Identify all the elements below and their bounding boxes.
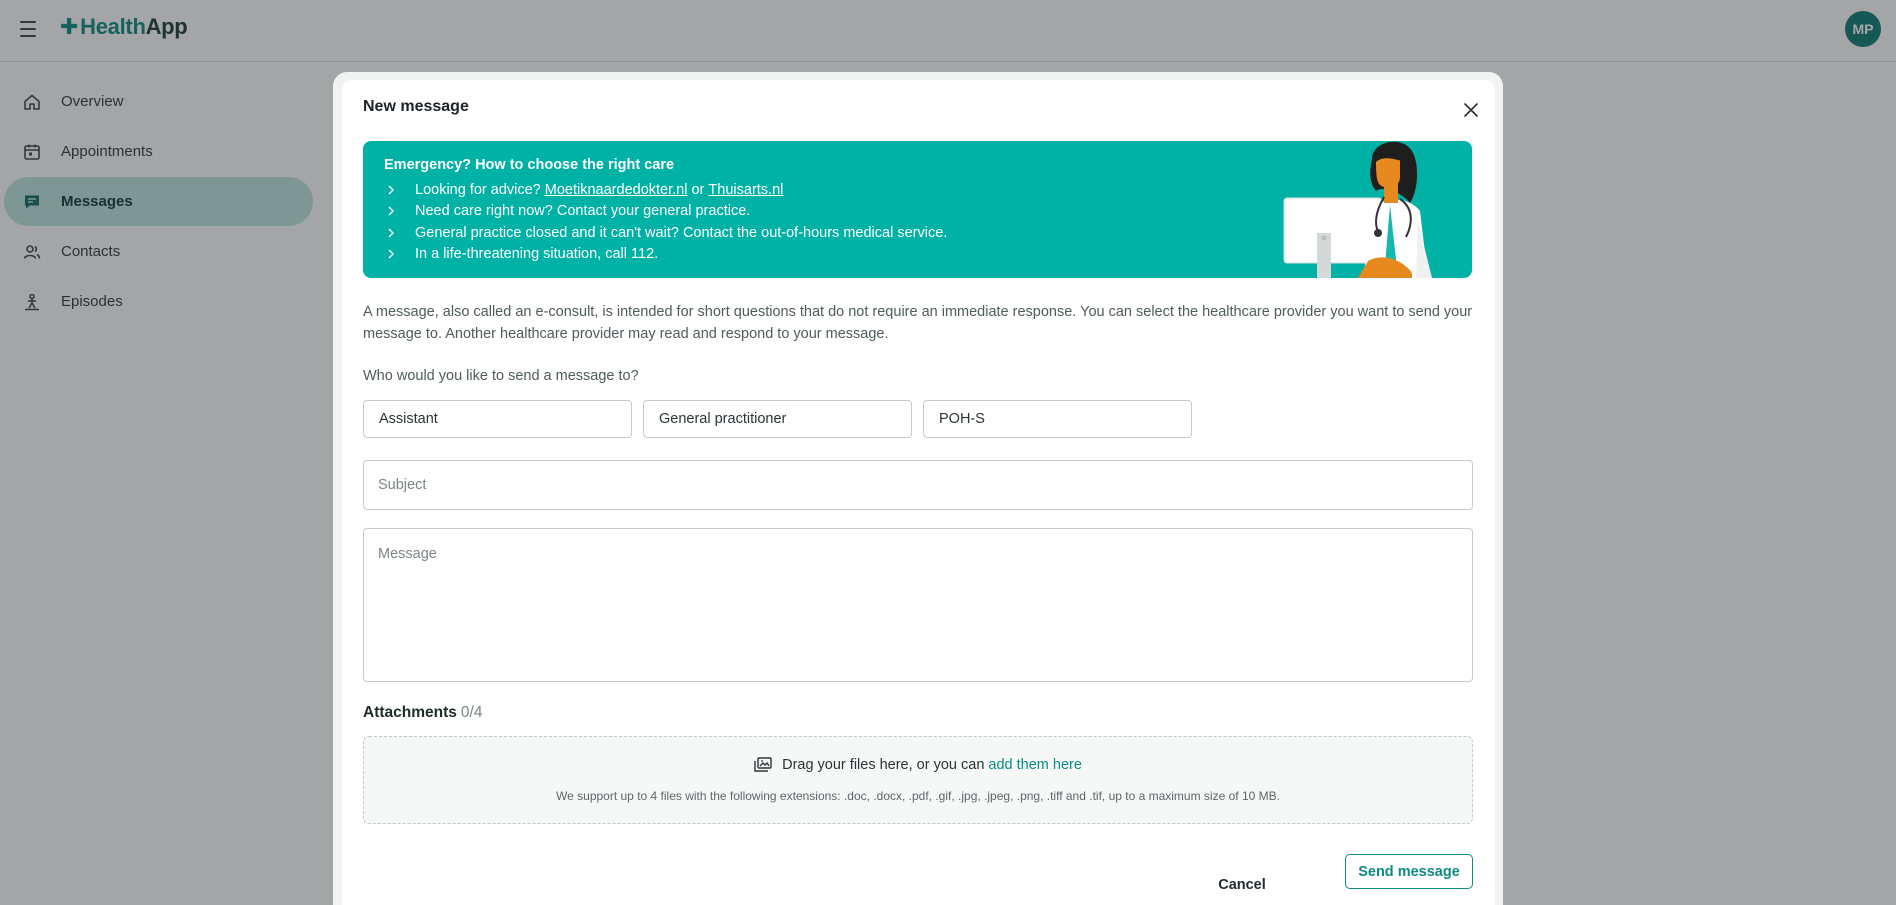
thuisarts-link[interactable]: Thuisarts.nl bbox=[708, 182, 783, 198]
drop-text: Drag your files here, or you can bbox=[782, 757, 985, 773]
attachments-heading: Attachments 0/4 bbox=[363, 704, 482, 722]
recipient-poh-s-button[interactable]: POH-S bbox=[923, 400, 1192, 438]
banner-item-text: Need care right now? Contact your genera… bbox=[415, 203, 751, 220]
recipient-gp-button[interactable]: General practitioner bbox=[643, 400, 912, 438]
banner-item-text: In a life-threatening situation, call 11… bbox=[415, 246, 659, 263]
close-icon bbox=[1464, 103, 1478, 117]
file-support-note: We support up to 4 files with the follow… bbox=[556, 789, 1280, 803]
close-button[interactable] bbox=[1459, 98, 1483, 122]
send-message-button[interactable]: Send message bbox=[1345, 854, 1473, 889]
advice-prefix: Looking for advice? bbox=[415, 181, 541, 198]
subject-input[interactable] bbox=[363, 460, 1473, 510]
intro-text: A message, also called an e-consult, is … bbox=[363, 304, 1473, 342]
new-message-dialog: New message Emergency? How to choose the… bbox=[342, 80, 1495, 905]
chevron-right-icon bbox=[384, 206, 415, 216]
advice-joiner: or bbox=[691, 181, 705, 198]
image-gallery-icon bbox=[754, 757, 772, 773]
message-textarea[interactable] bbox=[363, 528, 1473, 682]
add-files-link[interactable]: add them here bbox=[988, 757, 1082, 773]
recipient-assistant-button[interactable]: Assistant bbox=[363, 400, 632, 438]
file-dropzone[interactable]: Drag your files here, or you can add them… bbox=[363, 736, 1473, 824]
list-item: General practice closed and it can't wai… bbox=[384, 222, 947, 244]
moetiknaardedokter-link[interactable]: Moetiknaardedokter.nl bbox=[545, 182, 688, 198]
banner-item-text: General practice closed and it can't wai… bbox=[415, 224, 948, 241]
chevron-right-icon bbox=[384, 185, 415, 195]
doctor-illustration bbox=[1283, 141, 1432, 278]
dialog-title: New message bbox=[363, 98, 469, 115]
emergency-banner: Emergency? How to choose the right care … bbox=[363, 141, 1472, 278]
recipient-label: Who would you like to send a message to? bbox=[363, 368, 639, 384]
chevron-right-icon bbox=[384, 249, 415, 259]
list-item: Looking for advice? Moetiknaardedokter.n… bbox=[384, 179, 947, 201]
drop-line: Drag your files here, or you can add them… bbox=[364, 757, 1472, 773]
list-item: In a life-threatening situation, call 11… bbox=[384, 244, 947, 266]
cancel-button[interactable]: Cancel bbox=[1212, 869, 1272, 901]
list-item: Need care right now? Contact your genera… bbox=[384, 201, 947, 223]
chevron-right-icon bbox=[384, 228, 415, 238]
attachments-title: Attachments bbox=[363, 704, 457, 721]
attachments-count: 0/4 bbox=[460, 704, 483, 721]
banner-list: Looking for advice? Moetiknaardedokter.n… bbox=[384, 179, 947, 265]
banner-title: Emergency? How to choose the right care bbox=[384, 157, 675, 173]
